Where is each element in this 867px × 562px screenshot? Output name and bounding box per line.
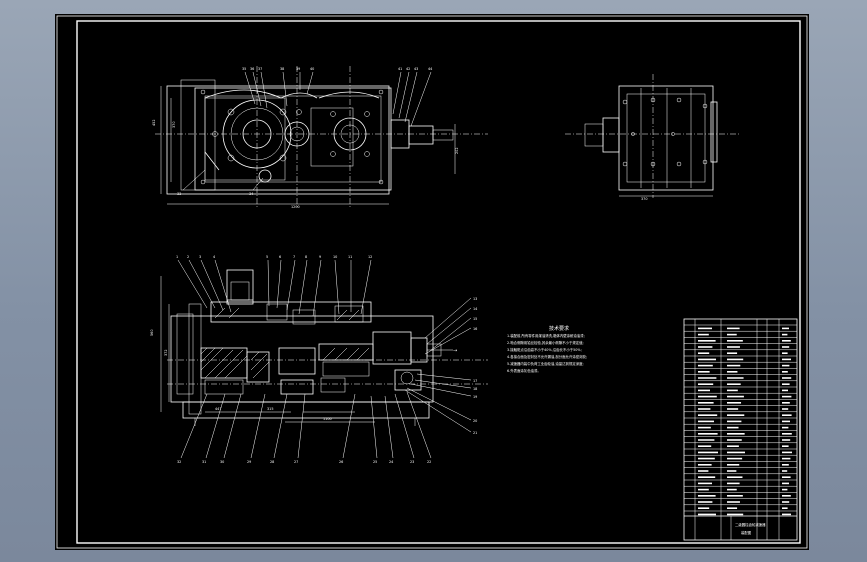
balloon-10: 10 — [333, 255, 337, 259]
outer-border — [56, 15, 808, 549]
balloon-34: 34 — [249, 192, 253, 196]
section-view-balloons: 1 2 3 4 5 6 7 8 9 10 11 1213141516171819202132 31 30 2… — [176, 255, 477, 464]
section-dim-height-b: 372 — [164, 350, 168, 356]
tech-req-title: 技术要求 — [549, 325, 569, 332]
balloon-23: 23 — [410, 460, 414, 464]
balloon-30: 30 — [220, 460, 224, 464]
balloon-9: 9 — [319, 255, 321, 259]
balloon-36: 36 — [250, 67, 254, 71]
balloon-35: 35 — [242, 67, 246, 71]
balloon-38: 38 — [280, 67, 284, 71]
tech-req-line-3: 3.接触斑点沿齿高不小于40%,沿齿长不小于50%; — [507, 347, 582, 352]
balloon-3: 3 — [199, 255, 201, 259]
drawing-sheet: 1200 452 370 202 35 36 37 38 39 40 41 42 43 4433 3… — [56, 15, 808, 549]
balloon-20: 20 — [473, 419, 477, 423]
balloon-33: 33 — [177, 192, 181, 196]
balloon-43: 43 — [414, 67, 418, 71]
balloon-12: 12 — [368, 255, 372, 259]
tech-req-line-6: 6.外表面涂灰色油漆。 — [507, 368, 541, 373]
section-dim-height-a: 560 — [150, 330, 154, 336]
balloon-22: 22 — [427, 460, 431, 464]
balloon-14: 14 — [473, 307, 477, 311]
balloon-2: 2 — [187, 255, 189, 259]
balloon-29: 29 — [247, 460, 251, 464]
balloon-44: 44 — [428, 67, 432, 71]
technical-requirements: 技术要求 1.装配前,所有零件用煤油清洗,箱体内壁涂耐油油漆; 2.啮合侧隙用铅… — [507, 325, 587, 373]
balloon-11: 11 — [348, 255, 352, 259]
balloon-19: 19 — [473, 395, 477, 399]
balloon-41: 41 — [398, 67, 402, 71]
side-dim-width: 370 — [641, 197, 647, 201]
balloon-5: 5 — [266, 255, 268, 259]
balloon-15: 15 — [473, 317, 477, 321]
section-dim-span-b: 315 — [267, 407, 273, 411]
balloon-40: 40 — [310, 67, 314, 71]
tech-req-line-2: 2.啮合侧隙用铅丝检验,其余最小侧隙不小于规定值; — [507, 340, 584, 345]
tech-req-line-4: 4.各接合面及密封处不允许漏油,剖分面允许涂密封胶; — [507, 354, 587, 359]
top-dim-width: 1200 — [291, 205, 300, 209]
balloon-32: 32 — [177, 460, 181, 464]
title-block-subtitle: 装配图 — [741, 530, 752, 535]
balloon-13: 13 — [473, 297, 477, 301]
section-dim-span-c: 1100 — [323, 417, 332, 421]
balloon-24: 24 — [389, 460, 393, 464]
balloon-27: 27 — [294, 460, 298, 464]
balloon-31: 31 — [202, 460, 206, 464]
balloon-42: 42 — [406, 67, 410, 71]
top-dim-height-b: 370 — [172, 122, 176, 128]
cad-drawing-viewport[interactable]: 1200 452 370 202 35 36 37 38 39 40 41 42 43 44 33 3… — [55, 14, 809, 550]
balloon-7: 7 — [293, 255, 295, 259]
top-view: 1200 452 370 202 — [152, 66, 488, 209]
section-note-arrow: → — [453, 348, 457, 354]
balloon-4: 4 — [213, 255, 215, 259]
title-block-name: 二级圆柱齿轮减速器 — [735, 522, 766, 527]
balloon-8: 8 — [305, 255, 307, 259]
inner-frame — [76, 20, 801, 544]
balloon-16: 16 — [473, 327, 477, 331]
balloon-37: 37 — [258, 67, 262, 71]
balloon-1: 1 — [176, 255, 178, 259]
section-view: 560 372 447 315 1100 → — [150, 259, 488, 459]
balloon-21: 21 — [473, 431, 477, 435]
parts-list-table: 二级圆柱齿轮减速器 装配图 — [683, 318, 798, 541]
balloon-6: 6 — [279, 255, 281, 259]
tech-req-line-1: 1.装配前,所有零件用煤油清洗,箱体内壁涂耐油油漆; — [507, 333, 585, 338]
balloon-25: 25 — [373, 460, 377, 464]
top-dim-shaft: 202 — [455, 148, 459, 154]
top-dim-height-a: 452 — [152, 120, 156, 126]
side-view: 370 — [565, 74, 741, 201]
balloon-39: 39 — [296, 67, 300, 71]
balloon-26: 26 — [339, 460, 343, 464]
balloon-17: 17 — [473, 379, 477, 383]
tech-req-line-5: 5.减速器内装中负荷工业齿轮油,油量达到规定深度; — [507, 361, 584, 366]
balloon-18: 18 — [473, 387, 477, 391]
balloon-28: 28 — [270, 460, 274, 464]
